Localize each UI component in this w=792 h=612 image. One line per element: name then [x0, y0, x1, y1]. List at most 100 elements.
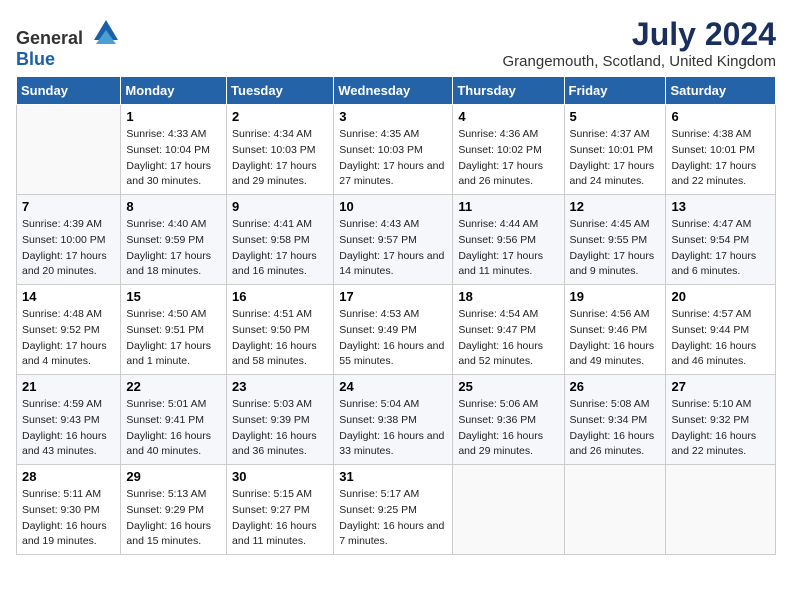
header-friday: Friday — [564, 77, 666, 105]
calendar-cell-w2-d3: 17Sunrise: 4:53 AMSunset: 9:49 PMDayligh… — [334, 285, 453, 375]
day-number: 26 — [570, 379, 661, 394]
calendar-cell-w4-d3: 31Sunrise: 5:17 AMSunset: 9:25 PMDayligh… — [334, 465, 453, 555]
day-number: 3 — [339, 109, 447, 124]
calendar-cell-w1-d6: 13Sunrise: 4:47 AMSunset: 9:54 PMDayligh… — [666, 195, 776, 285]
header-sunday: Sunday — [17, 77, 121, 105]
day-number: 28 — [22, 469, 115, 484]
calendar-cell-w0-d4: 4Sunrise: 4:36 AMSunset: 10:02 PMDayligh… — [453, 105, 564, 195]
header-monday: Monday — [121, 77, 227, 105]
logo-blue: Blue — [16, 49, 55, 69]
day-info: Sunrise: 4:33 AMSunset: 10:04 PMDaylight… — [126, 127, 221, 190]
day-info: Sunrise: 5:01 AMSunset: 9:41 PMDaylight:… — [126, 397, 221, 460]
logo-icon — [90, 16, 122, 44]
day-info: Sunrise: 4:37 AMSunset: 10:01 PMDaylight… — [570, 127, 661, 190]
header-thursday: Thursday — [453, 77, 564, 105]
calendar-cell-w1-d5: 12 Sunrise: 4:45 AMSunset: 9:55 PMDayligh… — [564, 195, 666, 285]
calendar-cell-w2-d0: 14 Sunrise: 4:48 AMSunset: 9:52 PMDayligh… — [17, 285, 121, 375]
day-info: Sunrise: 4:57 AMSunset: 9:44 PMDaylight:… — [671, 307, 770, 370]
day-info: Sunrise: 4:35 AMSunset: 10:03 PMDaylight… — [339, 127, 447, 190]
day-number: 15 — [126, 289, 221, 304]
calendar-body: 1 Sunrise: 4:33 AMSunset: 10:04 PMDayligh… — [17, 105, 776, 555]
calendar-cell-w4-d4 — [453, 465, 564, 555]
header-wednesday: Wednesday — [334, 77, 453, 105]
day-info: Sunrise: 4:39 AMSunset: 10:00 PMDaylight… — [22, 217, 115, 280]
calendar-cell-w3-d5: 26 Sunrise: 5:08 AMSunset: 9:34 PMDayligh… — [564, 375, 666, 465]
day-number: 12 — [570, 199, 661, 214]
calendar-header: Sunday Monday Tuesday Wednesday Thursday… — [17, 77, 776, 105]
calendar-table: Sunday Monday Tuesday Wednesday Thursday… — [16, 76, 776, 555]
header-tuesday: Tuesday — [227, 77, 334, 105]
day-number: 1 — [126, 109, 221, 124]
day-number: 29 — [126, 469, 221, 484]
day-info: Sunrise: 5:15 AMSunset: 9:27 PMDaylight:… — [232, 487, 328, 550]
day-info: Sunrise: 5:06 AMSunset: 9:36 PMDaylight:… — [458, 397, 558, 460]
day-info: Sunrise: 5:11 AMSunset: 9:30 PMDaylight:… — [22, 487, 115, 550]
calendar-cell-w0-d0 — [17, 105, 121, 195]
day-info: Sunrise: 4:44 AMSunset: 9:56 PMDaylight:… — [458, 217, 558, 280]
day-info: Sunrise: 4:45 AMSunset: 9:55 PMDaylight:… — [570, 217, 661, 280]
calendar-cell-w0-d3: 3 Sunrise: 4:35 AMSunset: 10:03 PMDayligh… — [334, 105, 453, 195]
day-number: 7 — [22, 199, 115, 214]
calendar-week-0: 1 Sunrise: 4:33 AMSunset: 10:04 PMDayligh… — [17, 105, 776, 195]
page-header: General Blue July 2024 Grangemouth, Scot… — [16, 16, 776, 70]
day-info: Sunrise: 4:41 AMSunset: 9:58 PMDaylight:… — [232, 217, 328, 280]
day-number: 8 — [126, 199, 221, 214]
header-row: Sunday Monday Tuesday Wednesday Thursday… — [17, 77, 776, 105]
calendar-cell-w4-d6 — [666, 465, 776, 555]
day-info: Sunrise: 4:48 AMSunset: 9:52 PMDaylight:… — [22, 307, 115, 370]
calendar-cell-w0-d5: 5 Sunrise: 4:37 AMSunset: 10:01 PMDayligh… — [564, 105, 666, 195]
calendar-cell-w4-d1: 29 Sunrise: 5:13 AMSunset: 9:29 PMDayligh… — [121, 465, 227, 555]
day-info: Sunrise: 5:04 AMSunset: 9:38 PMDaylight:… — [339, 397, 447, 460]
calendar-cell-w3-d6: 27 Sunrise: 5:10 AMSunset: 9:32 PMDayligh… — [666, 375, 776, 465]
logo-text: General Blue — [16, 16, 122, 70]
day-info: Sunrise: 4:43 AMSunset: 9:57 PMDaylight:… — [339, 217, 447, 280]
day-number: 23 — [232, 379, 328, 394]
day-number: 17 — [339, 289, 447, 304]
day-info: Sunrise: 4:54 AMSunset: 9:47 PMDaylight:… — [458, 307, 558, 370]
day-info: Sunrise: 5:13 AMSunset: 9:29 PMDaylight:… — [126, 487, 221, 550]
day-number: 22 — [126, 379, 221, 394]
day-info: Sunrise: 4:56 AMSunset: 9:46 PMDaylight:… — [570, 307, 661, 370]
day-number: 20 — [671, 289, 770, 304]
calendar-week-1: 7 Sunrise: 4:39 AMSunset: 10:00 PMDayligh… — [17, 195, 776, 285]
day-info: Sunrise: 4:38 AMSunset: 10:01 PMDaylight… — [671, 127, 770, 190]
calendar-cell-w4-d5 — [564, 465, 666, 555]
day-info: Sunrise: 5:08 AMSunset: 9:34 PMDaylight:… — [570, 397, 661, 460]
day-info: Sunrise: 4:50 AMSunset: 9:51 PMDaylight:… — [126, 307, 221, 370]
calendar-cell-w1-d3: 10 Sunrise: 4:43 AMSunset: 9:57 PMDayligh… — [334, 195, 453, 285]
calendar-cell-w2-d6: 20 Sunrise: 4:57 AMSunset: 9:44 PMDayligh… — [666, 285, 776, 375]
calendar-cell-w4-d0: 28 Sunrise: 5:11 AMSunset: 9:30 PMDayligh… — [17, 465, 121, 555]
calendar-cell-w1-d4: 11 Sunrise: 4:44 AMSunset: 9:56 PMDayligh… — [453, 195, 564, 285]
calendar-cell-w1-d0: 7 Sunrise: 4:39 AMSunset: 10:00 PMDayligh… — [17, 195, 121, 285]
day-number: 14 — [22, 289, 115, 304]
day-info: Sunrise: 4:34 AMSunset: 10:03 PMDaylight… — [232, 127, 328, 190]
day-info: Sunrise: 5:10 AMSunset: 9:32 PMDaylight:… — [671, 397, 770, 460]
day-number: 11 — [458, 199, 558, 214]
calendar-cell-w3-d0: 21Sunrise: 4:59 AMSunset: 9:43 PMDayligh… — [17, 375, 121, 465]
day-number: 10 — [339, 199, 447, 214]
calendar-cell-w2-d2: 16Sunrise: 4:51 AMSunset: 9:50 PMDayligh… — [227, 285, 334, 375]
calendar-cell-w1-d1: 8Sunrise: 4:40 AMSunset: 9:59 PMDaylight… — [121, 195, 227, 285]
calendar-cell-w2-d1: 15 Sunrise: 4:50 AMSunset: 9:51 PMDayligh… — [121, 285, 227, 375]
day-info: Sunrise: 4:59 AMSunset: 9:43 PMDaylight:… — [22, 397, 115, 460]
calendar-cell-w3-d2: 23Sunrise: 5:03 AMSunset: 9:39 PMDayligh… — [227, 375, 334, 465]
month-title: July 2024 — [503, 16, 777, 53]
calendar-cell-w3-d1: 22 Sunrise: 5:01 AMSunset: 9:41 PMDayligh… — [121, 375, 227, 465]
logo-general: General — [16, 28, 83, 48]
calendar-cell-w3-d3: 24 Sunrise: 5:04 AMSunset: 9:38 PMDayligh… — [334, 375, 453, 465]
calendar-cell-w0-d2: 2 Sunrise: 4:34 AMSunset: 10:03 PMDayligh… — [227, 105, 334, 195]
day-info: Sunrise: 4:36 AMSunset: 10:02 PMDaylight… — [458, 127, 558, 190]
day-number: 5 — [570, 109, 661, 124]
title-block: July 2024 Grangemouth, Scotland, United … — [503, 16, 777, 70]
day-number: 27 — [671, 379, 770, 394]
day-number: 25 — [458, 379, 558, 394]
logo: General Blue — [16, 16, 122, 70]
day-number: 30 — [232, 469, 328, 484]
day-number: 9 — [232, 199, 328, 214]
day-number: 18 — [458, 289, 558, 304]
day-number: 2 — [232, 109, 328, 124]
calendar-cell-w0-d1: 1 Sunrise: 4:33 AMSunset: 10:04 PMDayligh… — [121, 105, 227, 195]
day-info: Sunrise: 4:47 AMSunset: 9:54 PMDaylight:… — [671, 217, 770, 280]
day-number: 24 — [339, 379, 447, 394]
calendar-week-3: 21Sunrise: 4:59 AMSunset: 9:43 PMDayligh… — [17, 375, 776, 465]
